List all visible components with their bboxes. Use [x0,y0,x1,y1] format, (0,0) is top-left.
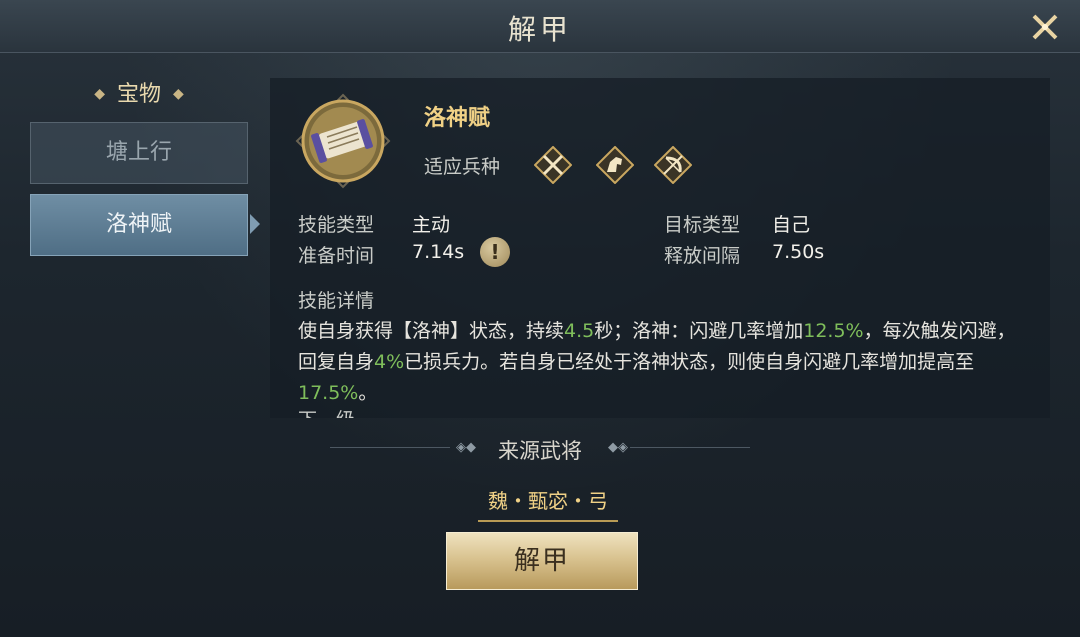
release-interval-value: 7.50s [772,241,825,263]
desc-value: 17.5% [298,382,359,404]
source-general-link[interactable]: 魏・甄宓・弓 [478,485,618,522]
selected-arrow-icon [250,214,260,234]
skill-detail-label: 技能详情 [298,290,375,312]
desc-text: 使自身获得【洛神】状态，持续 [298,320,565,342]
info-button[interactable]: ! [480,237,510,267]
tab-luoshenfu[interactable]: 洛神赋 [30,194,248,256]
desc-text: 已损兵力。若自身已经处于洛神状态，则使自身闪避几率增加提高至 [404,351,975,373]
scroll-skill-icon [295,93,391,189]
bow-icon[interactable] [653,145,693,185]
skill-type-value: 主动 [412,214,451,236]
diamond-icon: ◆ [173,86,184,102]
troop-type-label: 适应兵种 [424,156,501,178]
skill-description: 使自身获得【洛神】状态，持续4.5秒；洛神：闪避几率增加12.5%，每次触发闪避… [298,316,1028,409]
skill-type-label: 技能类型 [298,214,375,236]
spear-cross-icon[interactable] [533,145,573,185]
unequip-button[interactable]: 解甲 [446,532,638,590]
desc-value: 12.5% [803,320,864,342]
target-type-value: 自己 [772,214,811,236]
release-interval-label: 释放间隔 [664,245,741,267]
tab-tangshangxing[interactable]: 塘上行 [30,122,248,184]
window-title: 解甲 [507,13,572,46]
desc-value: 4% [374,351,405,373]
diamond-icon: ◆ [94,86,105,102]
desc-value: 4.5 [564,320,595,342]
desc-text: 秒；洛神：闪避几率增加 [594,320,804,342]
cavalry-horse-icon[interactable] [595,145,635,185]
skill-name: 洛神赋 [424,106,491,131]
next-level-label: 下一级 [298,405,355,418]
prep-time-label: 准备时间 [298,245,375,267]
treasure-heading: ◆ 宝物 ◆ [30,76,248,108]
close-icon [1032,14,1058,40]
source-general-title: 来源武将 [498,439,582,463]
prep-time-value: 7.14s [412,241,465,263]
close-button[interactable] [1028,10,1062,44]
treasure-heading-label: 宝物 [116,82,161,107]
target-type-label: 目标类型 [664,214,741,236]
title-bar: 解甲 [0,0,1080,53]
desc-text: 。 [358,382,378,404]
